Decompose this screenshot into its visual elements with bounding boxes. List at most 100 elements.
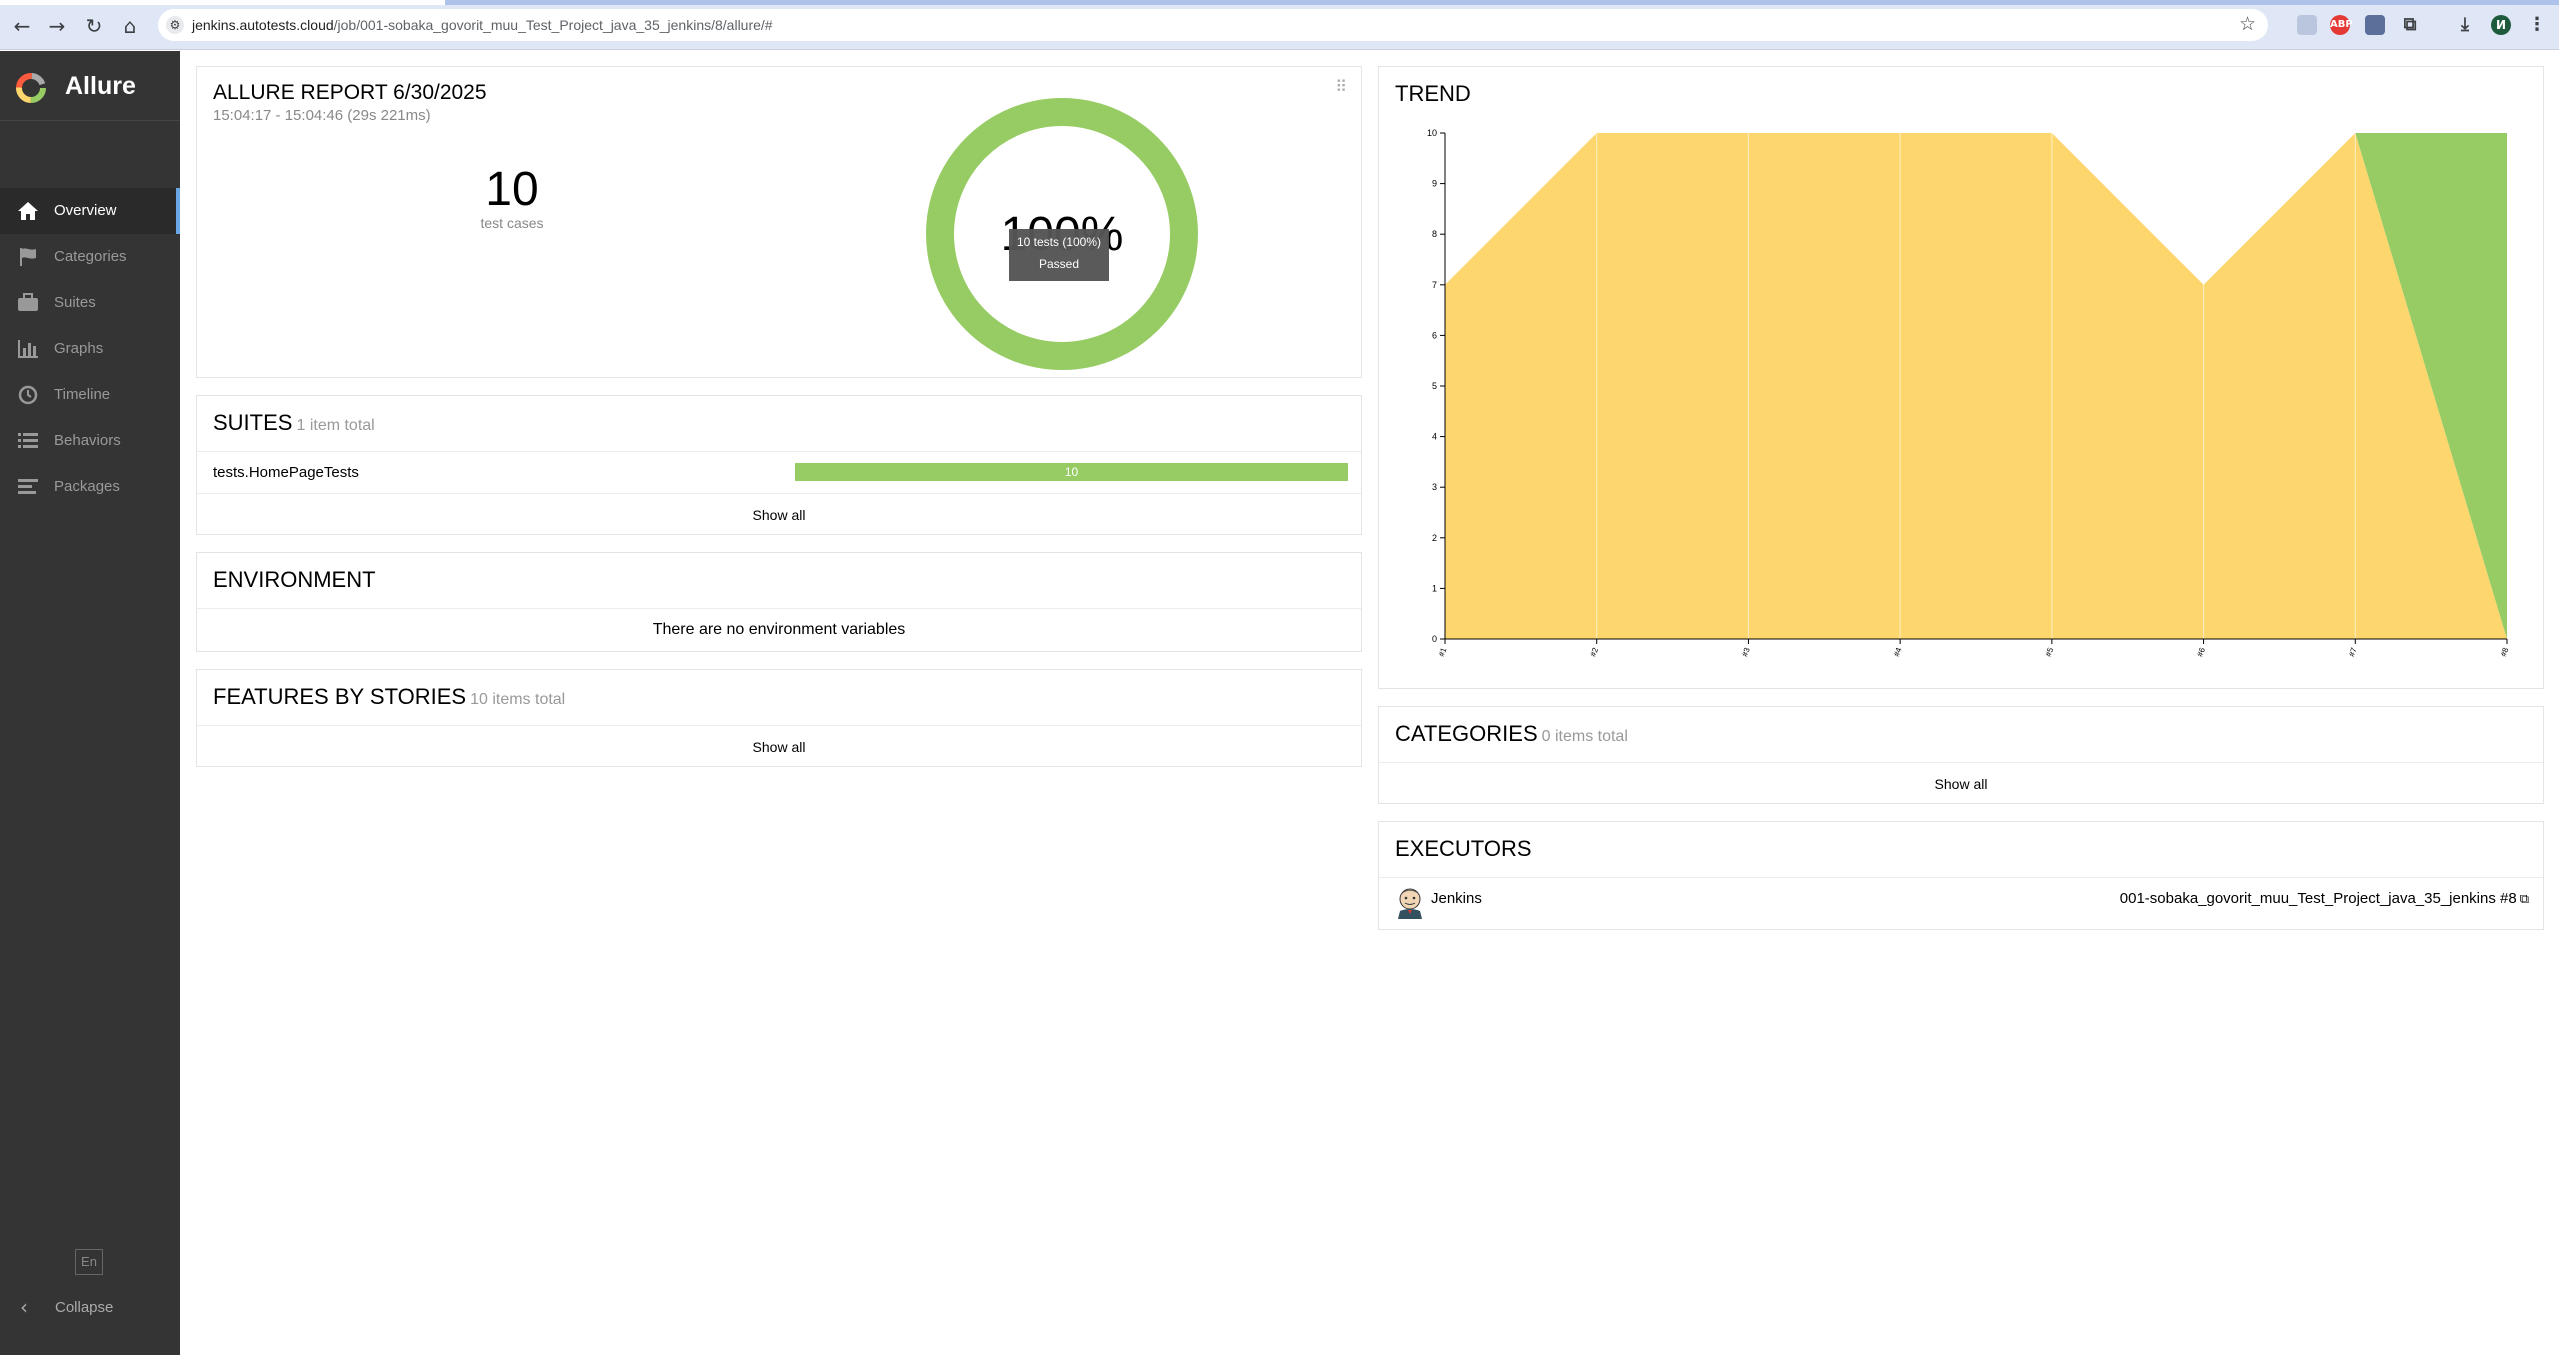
features-show-all-link[interactable]: Show all (197, 739, 1361, 755)
download-icon[interactable]: ⤓ (2455, 15, 2475, 35)
collapse-label: Collapse (55, 1299, 114, 1316)
tooltip-status: Passed (1038, 257, 1080, 271)
trend-x-tick-label: #3 (1740, 646, 1752, 658)
url-path: /job/001-sobaka_govorit_muu_Test_Project… (333, 17, 773, 33)
list-icon (18, 433, 38, 448)
bar-chart-icon (18, 340, 38, 358)
trend-x-tick-label: #4 (1892, 646, 1904, 658)
chevron-left-icon: ‹ (20, 1295, 28, 1319)
suites-heading: SUITES (213, 410, 293, 435)
environment-empty-message: There are no environment variables (652, 621, 906, 638)
collapse-button[interactable]: ‹ Collapse (0, 1287, 180, 1327)
divider (197, 725, 1361, 726)
sidebar-item-label: Timeline (54, 386, 111, 403)
profile-initial: И (2495, 18, 2507, 32)
trend-y-tick-label: 10 (1427, 128, 1437, 138)
trend-y-tick-label: 9 (1432, 179, 1437, 189)
report-title: ALLURE REPORT 6/30/2025 (213, 81, 487, 104)
browser-toolbar: ← → ↻ ⌂ ⚙ jenkins.autotests.cloud/job/00… (0, 0, 2559, 50)
summary-widget: ALLURE REPORT 6/30/2025 15:04:17 - 15:04… (196, 66, 1362, 378)
briefcase-icon (18, 293, 38, 311)
extension-icon[interactable] (2365, 15, 2385, 35)
puzzle-extensions-icon[interactable]: ⧉ (2400, 15, 2420, 35)
brand[interactable]: Allure (0, 51, 180, 121)
executor-name: Jenkins (1431, 890, 1482, 907)
build-name: 001-sobaka_govorit_muu_Test_Project_java… (2119, 890, 2517, 907)
sidebar-item-label: Overview (54, 202, 117, 219)
features-heading: FEATURES BY STORIES (213, 684, 467, 709)
divider (197, 608, 1361, 609)
trend-y-tick-label: 0 (1432, 634, 1437, 644)
tab-strip (0, 0, 2559, 5)
adblock-extension-icon[interactable]: ABP (2330, 15, 2353, 35)
categories-widget: CATEGORIES 0 items total Show all (1378, 706, 2544, 804)
sidebar-item-timeline[interactable]: Timeline (0, 372, 180, 418)
abp-label: ABP (2330, 19, 2353, 30)
trend-x-tick-label: #6 (2195, 646, 2207, 658)
suite-name: tests.HomePageTests (213, 464, 359, 481)
suites-count: 1 item total (296, 417, 375, 434)
sidebar-item-label: Packages (54, 478, 120, 495)
trend-x-tick-label: #5 (2044, 646, 2056, 658)
sidebar-item-label: Behaviors (54, 432, 121, 449)
flag-icon (20, 248, 36, 266)
trend-x-tick-label: #7 (2347, 646, 2359, 658)
donut-tooltip: 10 tests (100%) Passed (1009, 229, 1109, 281)
trend-y-tick-label: 8 (1432, 229, 1437, 239)
translate-extension-icon[interactable] (2297, 15, 2317, 35)
sidebar: Allure Overview Categories Suites Graphs… (0, 51, 180, 1355)
categories-title: CATEGORIES 0 items total (1395, 721, 1628, 747)
suite-row[interactable]: tests.HomePageTests 10 (197, 451, 1361, 493)
suites-show-all-link[interactable]: Show all (197, 507, 1361, 523)
active-tab[interactable] (0, 0, 445, 5)
sidebar-item-label: Graphs (54, 340, 104, 357)
trend-widget: TREND 0 1 2 3 4 5 6 7 8 9 10 #1 #2 #3 #4 #5 #6 #7 #8 (1378, 66, 2544, 689)
categories-count: 0 items total (1541, 728, 1628, 745)
sidebar-item-behaviors[interactable]: Behaviors (0, 418, 180, 464)
divider (1379, 762, 2543, 763)
environment-widget: ENVIRONMENT There are no environment var… (196, 552, 1362, 652)
home-button-icon[interactable]: ⌂ (118, 14, 142, 38)
forward-icon[interactable]: → (45, 14, 69, 38)
url-text[interactable]: jenkins.autotests.cloud/job/001-sobaka_g… (192, 17, 773, 33)
report-time-range: 15:04:17 - 15:04:46 (29s 221ms) (213, 107, 431, 124)
sidebar-item-label: Categories (54, 248, 127, 265)
executor-row[interactable]: Jenkins 001-sobaka_govorit_muu_Test_Proj… (1379, 877, 2543, 929)
trend-y-tick-label: 4 (1432, 432, 1437, 442)
menu-dots-icon[interactable]: ⋮ (2527, 15, 2547, 35)
features-widget: FEATURES BY STORIES 10 items total Show a… (196, 669, 1362, 767)
trend-y-tick-label: 1 (1432, 583, 1437, 593)
language-selector[interactable]: En (75, 1249, 103, 1275)
drag-handle-icon[interactable]: ⠿ (1335, 77, 1347, 96)
trend-x-tick-label: #8 (2499, 646, 2511, 658)
profile-avatar[interactable]: И (2491, 15, 2511, 35)
executors-title: EXECUTORS (1395, 836, 1532, 861)
address-bar[interactable]: ⚙ jenkins.autotests.cloud/job/001-sobaka… (158, 9, 2268, 41)
sidebar-item-graphs[interactable]: Graphs (0, 326, 180, 372)
sidebar-item-suites[interactable]: Suites (0, 280, 180, 326)
trend-area-series-0[interactable] (1445, 133, 2507, 639)
trend-chart[interactable]: 0 1 2 3 4 5 6 7 8 9 10 #1 #2 #3 #4 #5 #6 #7 #8 (1379, 67, 2545, 690)
allure-logo-icon (16, 73, 46, 103)
executors-widget: EXECUTORS Jenkins 001-sobaka_govorit_muu… (1378, 821, 2544, 930)
clock-icon (18, 385, 38, 405)
sidebar-item-packages[interactable]: Packages (0, 464, 180, 510)
site-info-icon[interactable]: ⚙ (166, 16, 184, 34)
trend-y-tick-label: 3 (1432, 482, 1437, 492)
trend-y-tick-label: 7 (1432, 280, 1437, 290)
tooltip-count: 10 tests (100%) (1016, 235, 1102, 249)
back-icon[interactable]: ← (10, 14, 34, 38)
bookmark-star-icon[interactable]: ☆ (2239, 13, 2256, 35)
trend-y-tick-label: 2 (1432, 533, 1437, 543)
features-title: FEATURES BY STORIES 10 items total (213, 684, 565, 710)
executor-build-link[interactable]: 001-sobaka_govorit_muu_Test_Project_java… (2120, 890, 2529, 907)
sidebar-item-overview[interactable]: Overview (0, 188, 180, 234)
sidebar-item-label: Suites (54, 294, 96, 311)
suite-status-bar: 10 (795, 463, 1348, 481)
categories-show-all-link[interactable]: Show all (1379, 776, 2543, 792)
jenkins-avatar-icon (1398, 888, 1422, 919)
sidebar-item-categories[interactable]: Categories (0, 234, 180, 280)
reload-icon[interactable]: ↻ (82, 14, 106, 38)
features-count: 10 items total (470, 691, 566, 708)
trend-y-tick-label: 6 (1432, 330, 1437, 340)
